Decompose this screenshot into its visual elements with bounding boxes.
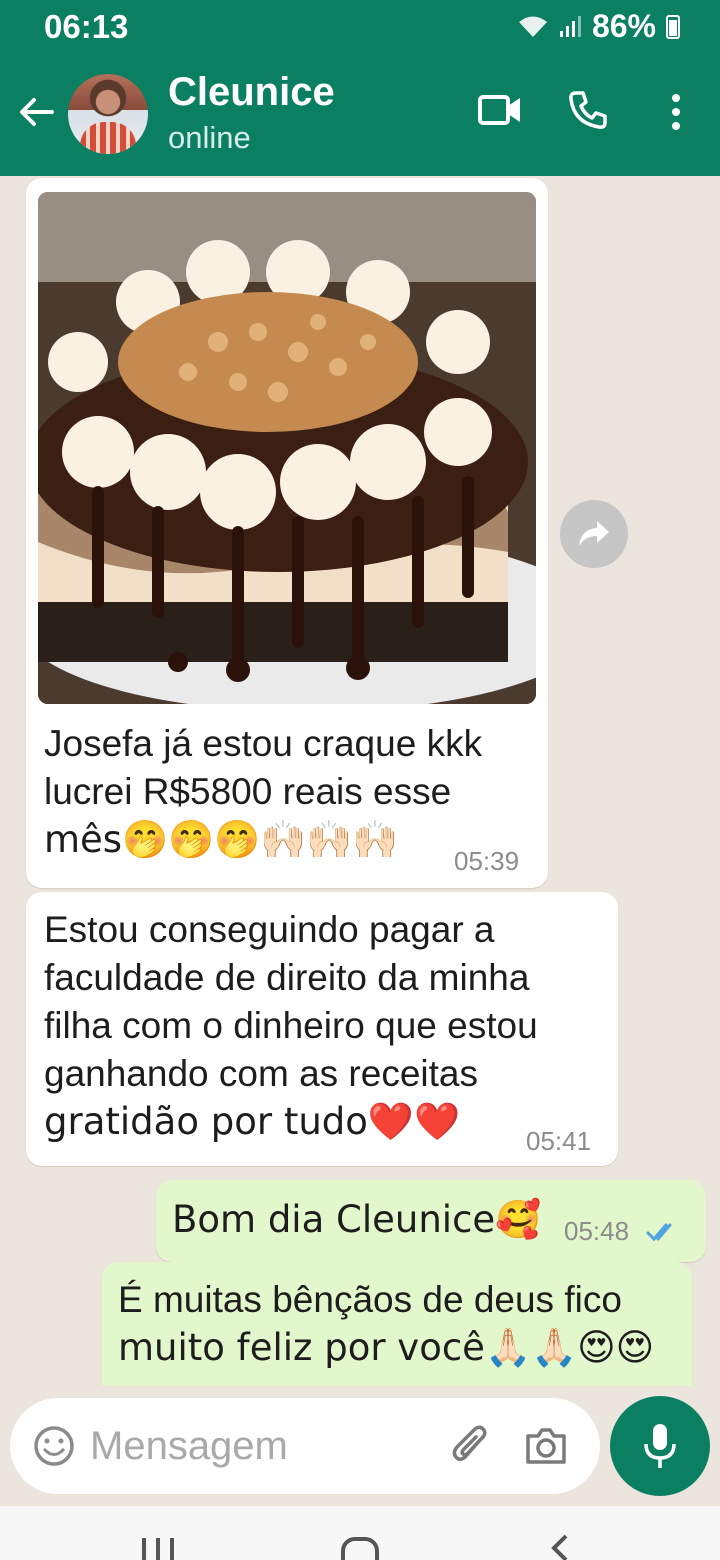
message-line: Josefa já estou craque kkk xyxy=(44,723,483,764)
message-input[interactable]: Mensagem xyxy=(10,1398,600,1494)
chat-header[interactable]: Cleunice online xyxy=(0,62,720,162)
wifi-icon xyxy=(518,16,547,37)
message-incoming[interactable]: Estou conseguindo pagar a faculdade de d… xyxy=(26,892,618,1166)
cake-photo xyxy=(38,192,536,704)
message-line: ganhando com as receitas xyxy=(44,1053,478,1094)
cake-image[interactable] xyxy=(38,192,536,704)
forward-button[interactable] xyxy=(560,500,628,568)
back-arrow-icon[interactable] xyxy=(16,92,56,132)
message-line: muito feliz por você🙏🏻🙏🏻😍😍 xyxy=(118,1326,655,1369)
chat-area[interactable]: Josefa já estou craque kkk lucrei R$5800… xyxy=(0,176,720,1386)
message-line: Estou conseguindo pagar a xyxy=(44,909,495,950)
message-input-placeholder[interactable]: Mensagem xyxy=(90,1424,288,1469)
emoji-icon[interactable] xyxy=(32,1424,76,1468)
mic-button[interactable] xyxy=(610,1396,710,1496)
message-text: Bom dia Cleunice🥰 xyxy=(172,1198,542,1241)
message-text: É muitas bênçãos de deus fico muito feli… xyxy=(118,1276,688,1372)
camera-icon[interactable] xyxy=(524,1426,568,1466)
status-bar: 06:13 86% xyxy=(0,0,720,52)
avatar[interactable] xyxy=(68,74,148,154)
back-nav-icon[interactable] xyxy=(548,1534,572,1560)
home-icon[interactable] xyxy=(340,1536,380,1560)
signal-icon xyxy=(559,15,581,37)
battery-percent: 86% xyxy=(591,8,656,44)
message-incoming[interactable]: Josefa já estou craque kkk lucrei R$5800… xyxy=(26,178,548,888)
message-line: faculdade de direito da minha xyxy=(44,957,530,998)
message-line: É muitas bênçãos de deus fico xyxy=(118,1279,622,1320)
read-receipt-icon xyxy=(646,1223,672,1242)
message-time: 05:48 xyxy=(564,1216,630,1246)
recent-apps-icon[interactable] xyxy=(140,1536,176,1560)
phone-icon[interactable] xyxy=(568,90,608,130)
mic-icon xyxy=(644,1424,676,1468)
message-text: Josefa já estou craque kkk lucrei R$5800… xyxy=(44,720,544,864)
status-time: 06:13 xyxy=(44,8,129,45)
battery-icon xyxy=(666,14,680,39)
system-nav-bar xyxy=(0,1506,720,1560)
message-time: 05:41 xyxy=(526,1126,592,1156)
more-vert-icon[interactable] xyxy=(668,92,684,132)
message-line: lucrei R$5800 reais esse xyxy=(44,771,452,812)
status-right: 86% xyxy=(518,8,680,45)
top-bar: 06:13 86% Cleunice online xyxy=(0,0,720,176)
message-outgoing[interactable]: É muitas bênçãos de deus fico muito feli… xyxy=(102,1262,692,1386)
forward-icon xyxy=(579,521,609,546)
message-text: Estou conseguindo pagar a faculdade de d… xyxy=(44,906,614,1146)
message-line: filha com o dinheiro que estou xyxy=(44,1005,538,1046)
message-time: 05:39 xyxy=(454,846,520,876)
message-outgoing[interactable]: Bom dia Cleunice🥰 05:48 xyxy=(156,1180,706,1262)
video-call-icon[interactable] xyxy=(478,92,522,128)
contact-name[interactable]: Cleunice xyxy=(168,70,335,115)
presence-status: online xyxy=(168,120,251,155)
composer-bar: Mensagem xyxy=(0,1386,720,1506)
attach-icon[interactable] xyxy=(450,1424,490,1468)
